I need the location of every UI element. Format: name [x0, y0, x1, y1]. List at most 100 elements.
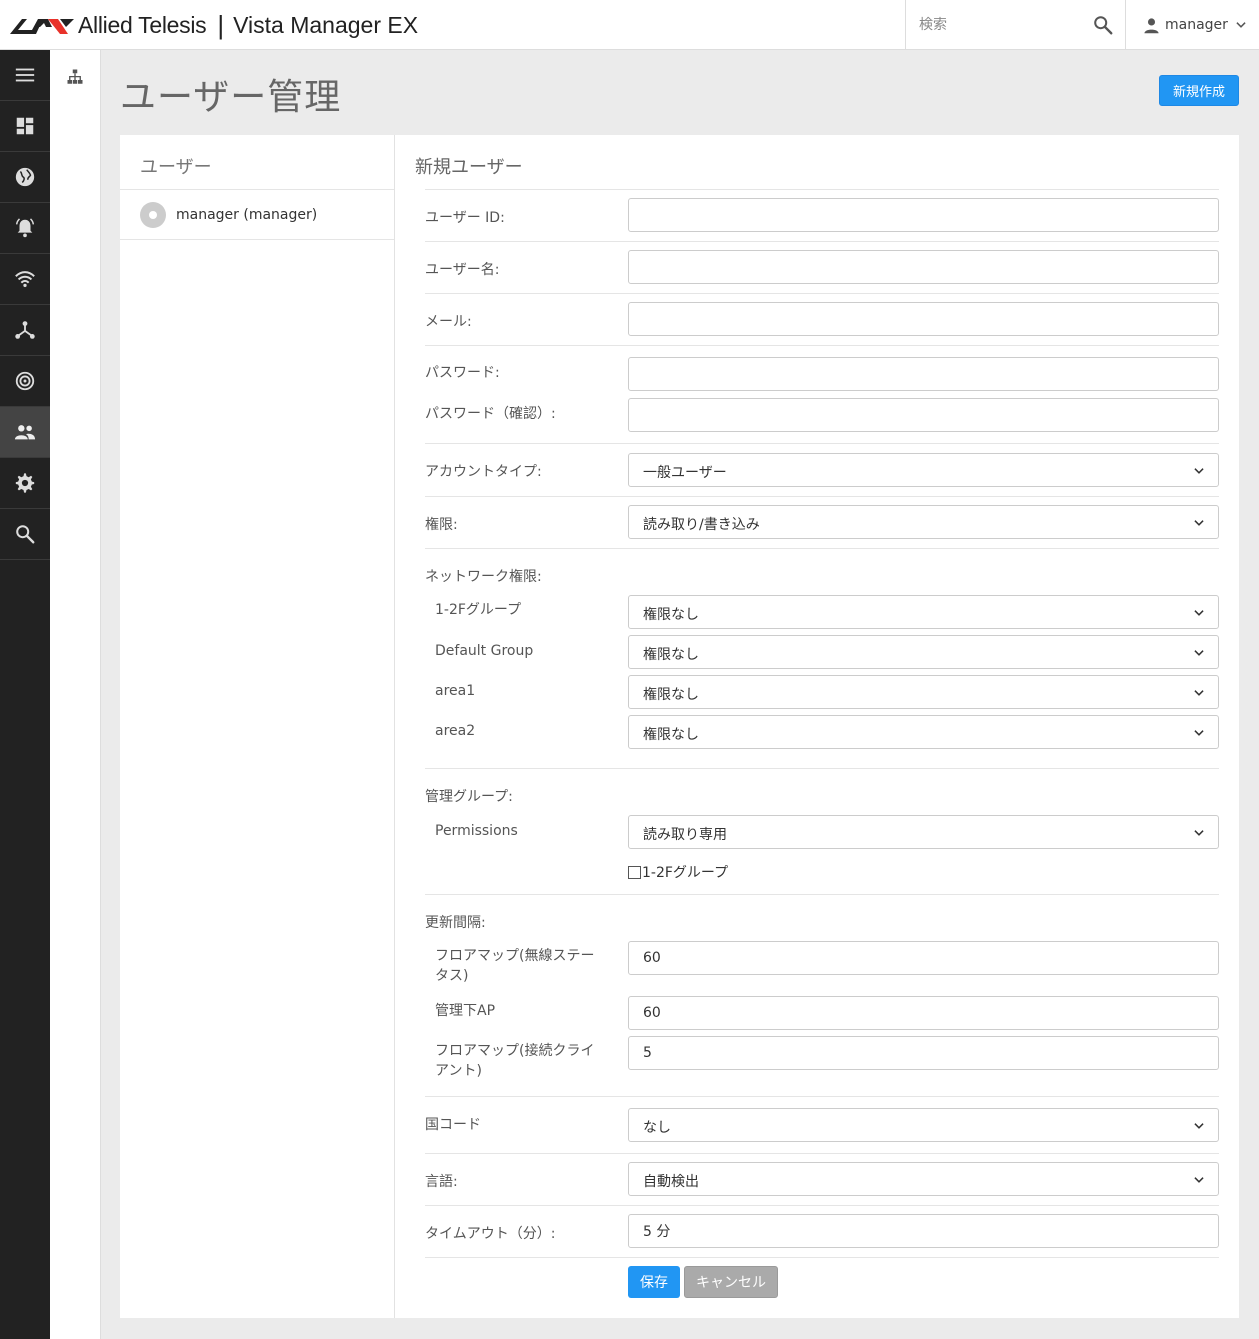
person-icon	[1144, 17, 1159, 33]
save-button[interactable]: 保存	[628, 1266, 680, 1298]
user-name-label: ユーザー名:	[425, 262, 500, 278]
nav-item-wireless[interactable]	[0, 254, 50, 305]
admin-group-checkbox-label: 1-2Fグループ	[642, 865, 729, 881]
avatar	[140, 201, 166, 228]
password-confirm-input[interactable]	[628, 398, 1219, 432]
email-input[interactable]	[628, 302, 1219, 336]
user-menu[interactable]: manager	[1125, 0, 1259, 50]
divider	[425, 1153, 1219, 1154]
nav-item-settings[interactable]	[0, 458, 50, 509]
account-type-select[interactable]: 一般ユーザー	[628, 453, 1219, 487]
permission-label: 権限:	[425, 517, 458, 533]
chevron-down-icon	[1194, 650, 1204, 656]
divider	[425, 241, 1219, 242]
network-permission-value: 権限なし	[643, 607, 699, 623]
language-select[interactable]: 自動検出	[628, 1162, 1219, 1196]
new-user-button[interactable]: 新規作成	[1159, 75, 1239, 106]
nav-item-network[interactable]	[0, 305, 50, 356]
divider	[425, 345, 1219, 346]
divider	[425, 293, 1219, 294]
nav-item-alarm[interactable]	[0, 203, 50, 254]
nav-item-dashboard[interactable]	[0, 101, 50, 152]
chevron-down-icon	[1236, 22, 1246, 28]
nav-item-menu[interactable]	[0, 50, 50, 101]
chevron-down-icon	[1194, 610, 1204, 616]
logo[interactable]: Allied Telesis | Vista Manager EX	[10, 8, 418, 42]
admin-group-checkbox[interactable]	[628, 865, 641, 879]
network-row-label: area1	[435, 683, 476, 699]
nav-item-search[interactable]	[0, 509, 50, 560]
network-icon	[15, 321, 35, 339]
users-panel: ユーザー manager (manager)	[120, 135, 395, 1318]
search-icon	[16, 525, 35, 544]
user-name: manager	[1165, 17, 1228, 33]
user-list-item-label: manager (manager)	[176, 206, 318, 223]
divider	[425, 496, 1219, 497]
wifi-icon	[15, 271, 35, 288]
floor-wireless-label: フロアマップ(無線ステータス)	[435, 948, 595, 984]
admin-permissions-label: Permissions	[435, 823, 518, 839]
country-code-value: なし	[643, 1120, 671, 1136]
divider	[425, 548, 1219, 549]
country-code-label: 国コード	[425, 1117, 481, 1133]
left-nav	[0, 50, 50, 1339]
nav-item-radar[interactable]	[0, 356, 50, 407]
dashboard-icon	[16, 117, 34, 135]
gear-icon	[15, 473, 35, 493]
users-icon	[14, 425, 36, 440]
user-name-input[interactable]	[628, 250, 1219, 284]
cancel-button[interactable]: キャンセル	[684, 1266, 778, 1298]
tree-icon[interactable]	[66, 68, 84, 86]
refresh-interval-label: 更新間隔:	[425, 915, 486, 931]
timeout-label: タイムアウト（分）:	[425, 1226, 556, 1242]
globe-icon	[15, 167, 35, 187]
country-code-select[interactable]: なし	[628, 1108, 1219, 1142]
nav-item-users[interactable]	[0, 407, 50, 458]
timeout-input[interactable]	[628, 1214, 1219, 1248]
chevron-down-icon	[1194, 1123, 1204, 1129]
allied-telesis-logo-icon	[10, 19, 74, 34]
divider	[425, 1096, 1219, 1097]
admin-permissions-value: 読み取り専用	[643, 827, 727, 843]
floor-clients-label: フロアマップ(接続クライアント)	[435, 1043, 595, 1079]
password-label: パスワード:	[425, 365, 500, 381]
search-input[interactable]	[906, 0, 1086, 49]
admin-group-checkbox-row[interactable]: 1-2Fグループ	[628, 862, 728, 882]
password-input[interactable]	[628, 357, 1219, 391]
divider	[425, 1257, 1219, 1258]
menu-icon	[15, 68, 35, 82]
chevron-down-icon	[1194, 690, 1204, 696]
network-permission-select[interactable]: 権限なし	[628, 635, 1219, 669]
divider	[425, 894, 1219, 895]
admin-permissions-select[interactable]: 読み取り専用	[628, 815, 1219, 849]
network-permission-select[interactable]: 権限なし	[628, 675, 1219, 709]
new-user-form: 新規ユーザー ユーザー ID: ユーザー名: メール: パスワード: パスワード…	[395, 135, 1239, 1318]
managed-ap-input[interactable]	[628, 996, 1219, 1030]
network-row-label: area2	[435, 723, 476, 739]
user-id-input[interactable]	[628, 198, 1219, 232]
network-row-label: Default Group	[435, 643, 534, 659]
admin-group-label: 管理グループ:	[425, 789, 513, 805]
network-permissions-label: ネットワーク権限:	[425, 569, 542, 585]
radar-icon	[15, 371, 35, 391]
nav-item-globe[interactable]	[0, 152, 50, 203]
chevron-down-icon	[1194, 520, 1204, 526]
user-list-item[interactable]: manager (manager)	[120, 190, 394, 240]
sub-nav	[50, 50, 101, 1339]
page-title: ユーザー管理	[120, 77, 342, 118]
language-value: 自動検出	[643, 1174, 699, 1190]
permission-value: 読み取り/書き込み	[643, 517, 760, 533]
network-permission-select[interactable]: 権限なし	[628, 715, 1219, 749]
form-title: 新規ユーザー	[415, 157, 523, 178]
network-row-label: 1-2Fグループ	[435, 602, 522, 618]
floor-wireless-input[interactable]	[628, 941, 1219, 975]
search-icon[interactable]	[1092, 14, 1114, 36]
floor-clients-input[interactable]	[628, 1036, 1219, 1070]
search-box	[905, 0, 1125, 50]
alarm-icon	[16, 218, 34, 238]
permission-select[interactable]: 読み取り/書き込み	[628, 505, 1219, 539]
account-type-label: アカウントタイプ:	[425, 464, 542, 480]
chevron-down-icon	[1194, 830, 1204, 836]
network-permission-select[interactable]: 権限なし	[628, 595, 1219, 629]
network-permission-value: 権限なし	[643, 647, 699, 663]
